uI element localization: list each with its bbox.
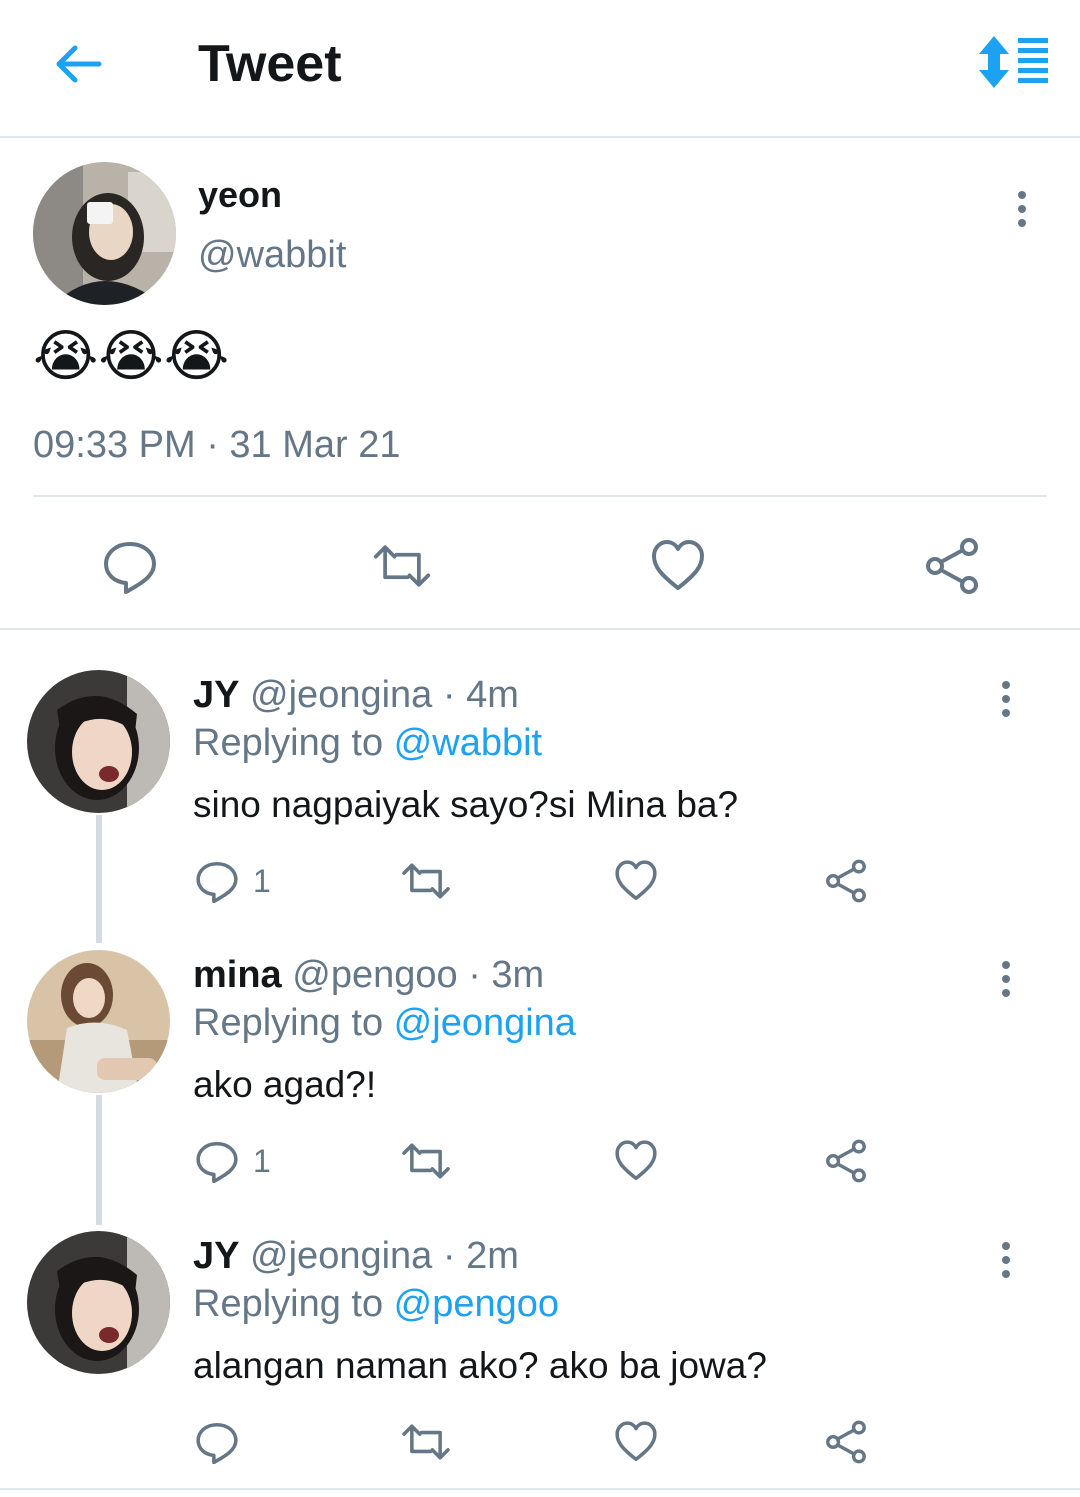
like-button[interactable] [614,856,658,906]
mention-link[interactable]: @wabbit [394,722,542,764]
reply-header: mina @pengoo · 3m [193,954,544,997]
retweet-icon [402,1143,450,1179]
author-handle-time: @jeongina · 4m [239,674,519,716]
replying-to: Replying to @jeongina [193,1002,576,1045]
share-icon [826,859,866,903]
reply-count: 1 [253,1142,271,1179]
author-handle-time: @jeongina · 2m [239,1235,519,1277]
avatar[interactable] [33,162,176,305]
reply-icon [196,1422,238,1464]
more-options-button[interactable] [991,674,1021,724]
sort-button[interactable] [976,34,1052,90]
author-name: JY [193,674,240,716]
heart-icon [615,1140,657,1181]
share-icon [926,538,978,594]
avatar[interactable] [27,1231,170,1374]
tweet-text: ako agad?! [193,1064,377,1105]
more-options-button[interactable] [991,954,1021,1004]
tweet-text: 😭😭😭 [33,326,229,386]
like-button[interactable] [614,1136,658,1186]
reply-button[interactable]: 1 [195,1136,271,1186]
tweet-text: sino nagpaiyak sayo?si Mina ba? [193,784,739,825]
reply-icon [196,861,238,903]
divider [0,1488,1080,1490]
back-button[interactable] [48,38,108,90]
author-handle: @wabbit [198,234,347,276]
page-title: Tweet [198,35,342,93]
reply-tweet: JY @jeongina · 2m Replying to @pengoo al… [0,1231,1080,1497]
heart-icon [615,1421,657,1462]
tweet-text: alangan naman ako? ako ba jowa? [193,1345,767,1386]
more-options-button[interactable] [991,1235,1021,1285]
share-button[interactable] [922,536,982,596]
share-icon [826,1420,866,1464]
like-button[interactable] [648,536,708,596]
reply-button[interactable] [195,1417,239,1467]
share-icon [826,1139,866,1183]
retweet-button[interactable] [400,1417,452,1467]
top-bar: Tweet [0,0,1080,138]
tweet-emoji-text: 😭😭😭 [33,324,230,387]
share-button[interactable] [824,1417,868,1467]
arrow-left-icon [56,45,102,83]
reply-icon [196,1141,238,1183]
reply-tweet: JY @jeongina · 4m Replying to @wabbit si… [0,670,1080,950]
avatar[interactable] [27,670,170,813]
reply-button[interactable] [100,536,160,596]
author-name: mina [193,954,282,996]
retweet-button[interactable] [372,536,432,596]
reply-icon [104,542,156,594]
author-name: JY [193,1235,240,1277]
retweet-button[interactable] [400,1136,452,1186]
tweet-timestamp: 09:33 PM · 31 Mar 21 [33,424,401,466]
share-button[interactable] [824,856,868,906]
reply-header: JY @jeongina · 2m [193,1235,519,1278]
more-options-button[interactable] [1007,184,1037,234]
replying-label: Replying to [193,1283,394,1325]
replying-label: Replying to [193,722,394,764]
retweet-icon [373,545,431,587]
like-button[interactable] [614,1417,658,1467]
main-tweet: yeon @wabbit 😭😭😭 09:33 PM · 31 Mar 21 [0,140,1080,630]
share-button[interactable] [824,1136,868,1186]
mention-link[interactable]: @pengoo [394,1283,559,1325]
mention-link[interactable]: @jeongina [394,1002,576,1044]
reply-button[interactable]: 1 [195,856,271,906]
reply-count: 1 [253,862,271,899]
author-handle-time: @pengoo · 3m [281,954,545,996]
sort-list-icon [979,36,1048,88]
retweet-icon [402,863,450,899]
reply-tweet: mina @pengoo · 3m Replying to @jeongina … [0,950,1080,1230]
replying-to: Replying to @pengoo [193,1283,559,1326]
author-name: yeon [198,174,283,215]
retweet-button[interactable] [400,856,452,906]
heart-icon [652,540,704,590]
avatar[interactable] [27,950,170,1093]
replying-to: Replying to @wabbit [193,722,542,765]
replying-label: Replying to [193,1002,394,1044]
heart-icon [615,860,657,901]
reply-header: JY @jeongina · 4m [193,674,519,717]
retweet-icon [402,1424,450,1460]
divider [33,495,1047,497]
